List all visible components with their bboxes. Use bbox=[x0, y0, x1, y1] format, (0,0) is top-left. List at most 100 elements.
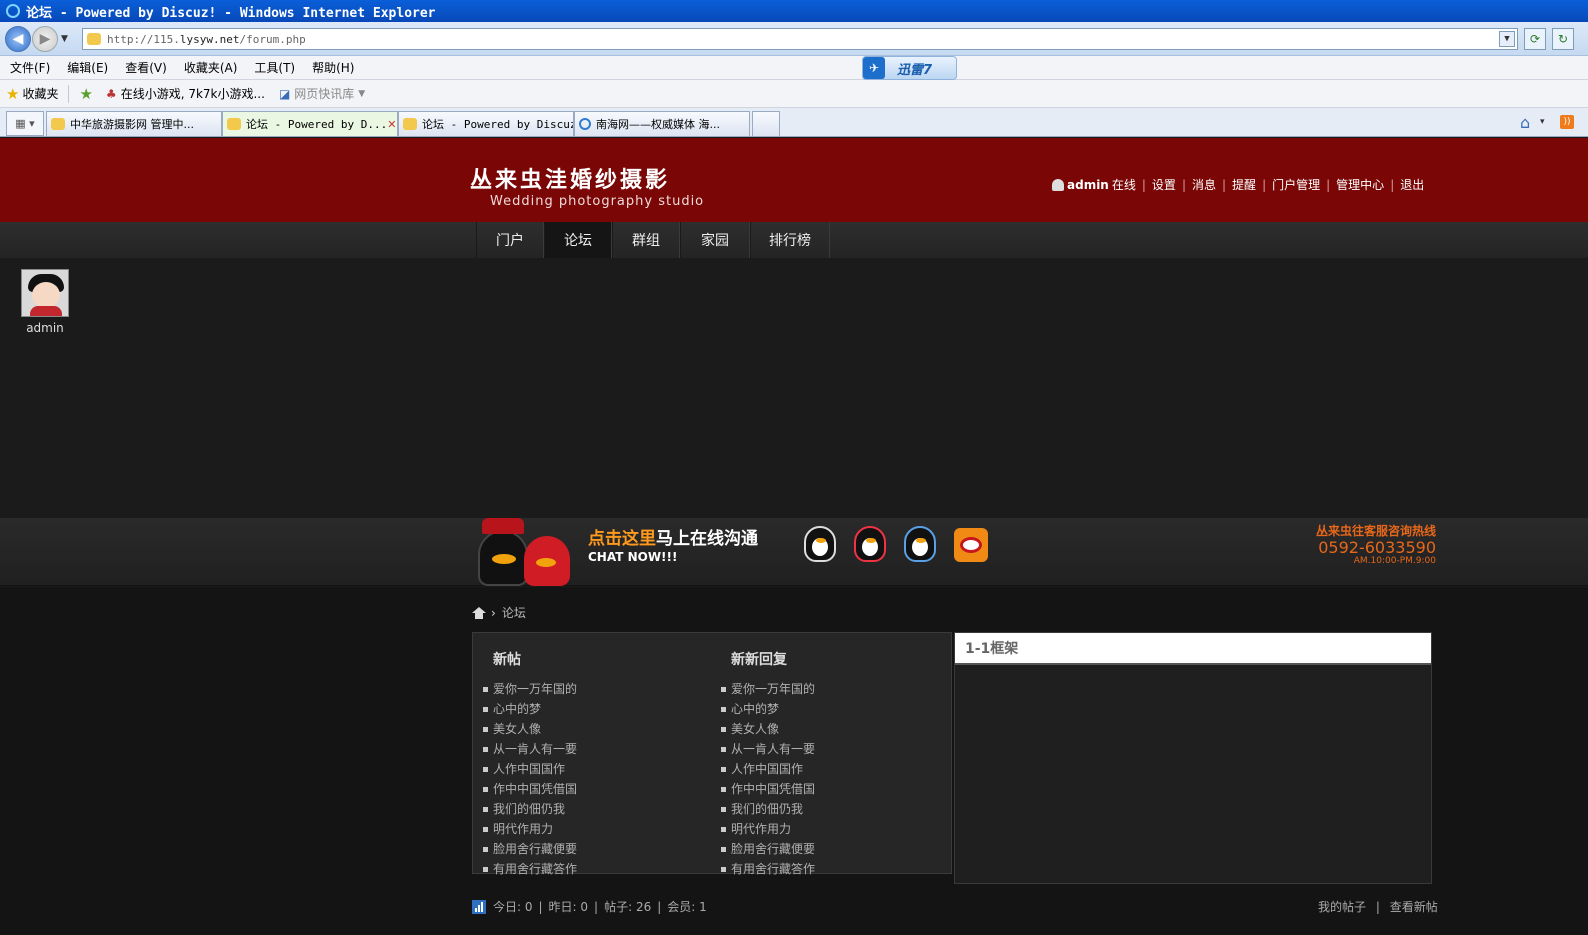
quick-tabs-button[interactable]: ▦ ▾ bbox=[6, 111, 44, 136]
qq-penguin-icon[interactable] bbox=[854, 526, 886, 562]
menu-file[interactable]: 文件(F) bbox=[10, 59, 50, 76]
window-title-bar: 论坛 - Powered by Discuz! - Windows Intern… bbox=[0, 0, 1588, 22]
divider: | bbox=[1141, 177, 1146, 192]
list-item[interactable]: 明代作用力 bbox=[483, 819, 577, 839]
nav-groups[interactable]: 群组 bbox=[612, 222, 680, 258]
list-item[interactable]: 心中的梦 bbox=[721, 699, 815, 719]
rss-icon[interactable]: )) bbox=[1560, 115, 1574, 129]
qq-penguin-icon[interactable] bbox=[904, 526, 936, 562]
xunlei-bird-icon: ✈ bbox=[863, 57, 885, 79]
list-item[interactable]: 我们的佃仍我 bbox=[483, 799, 577, 819]
new-replies-title: 新新回复 bbox=[731, 652, 787, 668]
favorites-button[interactable]: 收藏夹 bbox=[22, 85, 58, 102]
list-item[interactable]: 爱你一万年国的 bbox=[483, 679, 577, 699]
new-tab-button[interactable] bbox=[752, 111, 780, 136]
list-item[interactable]: 有用舍行藏答作 bbox=[483, 859, 577, 879]
username-link[interactable]: admin bbox=[1067, 178, 1109, 192]
avatar-face bbox=[32, 282, 60, 308]
nav-home[interactable]: 家园 bbox=[680, 222, 750, 258]
logout-link[interactable]: 退出 bbox=[1400, 176, 1424, 193]
site-logo[interactable]: 丛来虫洼婚纱摄影 bbox=[470, 162, 670, 194]
qq-penguin-icon[interactable] bbox=[804, 526, 836, 562]
address-dropdown-icon[interactable]: ▼ bbox=[1499, 31, 1515, 47]
list-item[interactable]: 人作中国国作 bbox=[483, 759, 577, 779]
menu-edit[interactable]: 编辑(E) bbox=[67, 59, 108, 76]
chevron-down-icon[interactable]: ▼ bbox=[358, 89, 365, 99]
home-icon[interactable] bbox=[472, 606, 486, 619]
address-input[interactable]: http://115. lysyw.net/forum.php ▼ bbox=[82, 28, 1518, 50]
nav-ranking[interactable]: 排行榜 bbox=[750, 222, 830, 258]
refresh-icon: ↻ bbox=[1557, 32, 1569, 46]
tab-nanhai[interactable]: 南海网——权威媒体 海... bbox=[574, 111, 750, 136]
nav-forum[interactable]: 论坛 bbox=[544, 222, 612, 258]
admin-center-link[interactable]: 管理中心 bbox=[1336, 176, 1384, 193]
list-item[interactable]: 从一肯人有一要 bbox=[483, 739, 577, 759]
divider: | bbox=[1181, 177, 1186, 192]
weibo-eye bbox=[960, 537, 982, 553]
list-item[interactable]: 我们的佃仍我 bbox=[721, 799, 815, 819]
messages-link[interactable]: 消息 bbox=[1192, 176, 1216, 193]
list-item[interactable]: 心中的梦 bbox=[483, 699, 577, 719]
divider: | bbox=[1326, 177, 1331, 192]
list-item[interactable]: 爱你一万年国的 bbox=[721, 679, 815, 699]
mascot-black-penguin bbox=[478, 530, 528, 586]
list-item[interactable]: 美女人像 bbox=[483, 719, 577, 739]
list-item[interactable]: 人作中国国作 bbox=[721, 759, 815, 779]
tab-label: 中华旅游摄影网 管理中... bbox=[70, 118, 194, 131]
refresh-button[interactable]: ↻ bbox=[1552, 28, 1574, 50]
list-item[interactable]: 脸用舍行藏便要 bbox=[483, 839, 577, 859]
notifications-link[interactable]: 提醒 bbox=[1232, 176, 1256, 193]
portal-admin-link[interactable]: 门户管理 bbox=[1272, 176, 1320, 193]
add-favorite-icon[interactable]: ★ bbox=[79, 85, 92, 103]
menu-tools[interactable]: 工具(T) bbox=[254, 59, 295, 76]
list-item[interactable]: 美女人像 bbox=[721, 719, 815, 739]
my-posts-link[interactable]: 我的帖子 bbox=[1318, 900, 1366, 914]
xunlei-button[interactable]: ✈ 迅雷7 bbox=[862, 56, 957, 80]
url-prefix: http://115. bbox=[107, 32, 180, 46]
forum-stats: 今日: 0 | 昨日: 0 | 帖子: 26 | 会员: 1 bbox=[472, 898, 707, 915]
settings-link[interactable]: 设置 bbox=[1152, 176, 1176, 193]
menu-view[interactable]: 查看(V) bbox=[125, 59, 167, 76]
favorite-link-game[interactable]: 在线小游戏, 7k7k小游戏... bbox=[121, 85, 265, 102]
favorites-star-icon: ★ bbox=[6, 84, 20, 103]
list-item[interactable]: 作中中国凭借国 bbox=[483, 779, 577, 799]
avatar[interactable] bbox=[21, 269, 69, 317]
forward-button[interactable]: ▶ bbox=[32, 26, 58, 52]
cta-click-here: 点击这里 bbox=[588, 529, 656, 549]
chat-banner[interactable]: 点击这里马上在线沟通 CHAT NOW!!! 丛来虫往客服咨询热线 0592-6… bbox=[0, 518, 1588, 586]
tab-travel-photo[interactable]: 中华旅游摄影网 管理中... bbox=[46, 111, 222, 136]
weibo-icon[interactable] bbox=[954, 528, 988, 562]
webslice-gallery-link[interactable]: 网页快讯库 bbox=[294, 85, 354, 102]
breadcrumb-current[interactable]: 论坛 bbox=[502, 604, 526, 621]
frame-panel: 1-1框架 bbox=[954, 632, 1432, 884]
site-favicon-icon bbox=[87, 33, 101, 45]
tab-forum[interactable]: 论坛 - Powered by Discuz! bbox=[398, 111, 574, 136]
new-posts-list: 爱你一万年国的 心中的梦 美女人像 从一肯人有一要 人作中国国作 作中中国凭借国… bbox=[483, 679, 577, 879]
chat-cta[interactable]: 点击这里马上在线沟通 CHAT NOW!!! bbox=[588, 524, 758, 564]
online-status[interactable]: 在线 bbox=[1112, 176, 1136, 193]
close-icon[interactable]: ✕ bbox=[387, 118, 396, 131]
list-item[interactable]: 有用舍行藏答作 bbox=[721, 859, 815, 879]
list-item[interactable]: 明代作用力 bbox=[721, 819, 815, 839]
game-favicon-icon: ♣ bbox=[105, 86, 117, 101]
menu-favorites[interactable]: 收藏夹(A) bbox=[184, 59, 238, 76]
back-button[interactable]: ◀ bbox=[5, 26, 31, 52]
home-icon[interactable]: ⌂ bbox=[1520, 113, 1530, 132]
home-dropdown-icon[interactable]: ▾ bbox=[1540, 117, 1545, 127]
cta-chat-now: CHAT NOW!!! bbox=[588, 550, 678, 564]
arrow-right-icon: ▶ bbox=[39, 31, 51, 47]
avatar-name[interactable]: admin bbox=[21, 321, 69, 335]
menu-help[interactable]: 帮助(H) bbox=[312, 59, 354, 76]
tab-forum-active[interactable]: 论坛 - Powered by D... ✕ bbox=[222, 111, 398, 136]
stat-today: 今日: 0 bbox=[493, 900, 533, 914]
compatibility-view-button[interactable]: ⟳ bbox=[1524, 28, 1546, 50]
list-item[interactable]: 作中中国凭借国 bbox=[721, 779, 815, 799]
divider: | bbox=[594, 899, 599, 914]
history-dropdown-icon[interactable]: ▼ bbox=[61, 34, 68, 44]
site-logo-subtitle: Wedding photography studio bbox=[490, 194, 705, 209]
chevron-right-icon: › bbox=[491, 605, 496, 620]
nav-portal[interactable]: 门户 bbox=[476, 222, 544, 258]
view-new-posts-link[interactable]: 查看新帖 bbox=[1390, 900, 1438, 914]
list-item[interactable]: 脸用舍行藏便要 bbox=[721, 839, 815, 859]
list-item[interactable]: 从一肯人有一要 bbox=[721, 739, 815, 759]
